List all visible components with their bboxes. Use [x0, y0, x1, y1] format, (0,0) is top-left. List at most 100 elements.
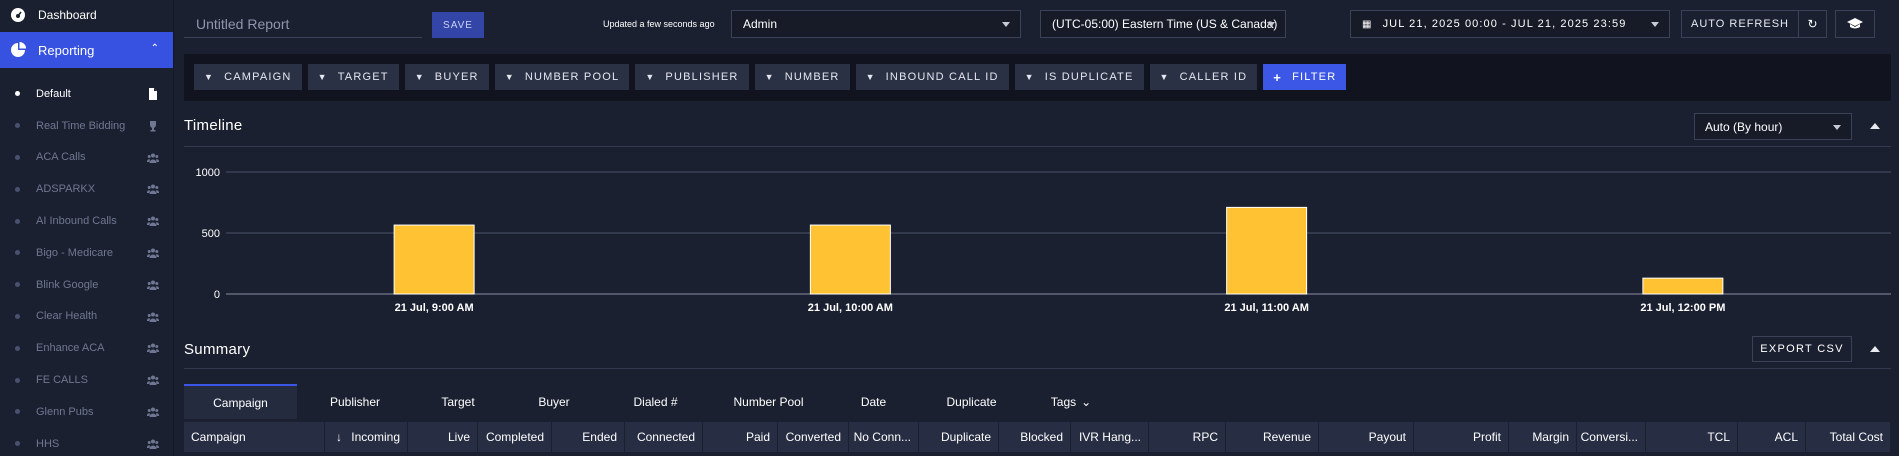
sidebar-report-item[interactable]: Blink Google	[0, 269, 173, 301]
column-header-completed[interactable]: Completed	[478, 422, 552, 452]
chart-bar[interactable]	[809, 224, 891, 295]
column-header-label: Paid	[745, 430, 770, 444]
filter-chip-target[interactable]: ▼ TARGET	[307, 64, 399, 90]
date-range-value: JUL 21, 2025 00:00 - JUL 21, 2025 23:59	[1382, 18, 1627, 30]
column-header-label: ACL	[1774, 430, 1798, 444]
filter-chip-caller-id[interactable]: ▼ CALLER ID	[1149, 64, 1258, 90]
sidebar-item-reporting[interactable]: Reporting ⌃	[0, 32, 173, 68]
tab-buyer[interactable]: Buyer	[503, 384, 605, 419]
chart-bar[interactable]	[1226, 206, 1308, 295]
x-tick-label: 21 Jul, 11:00 AM	[1224, 302, 1309, 314]
add-filter-button[interactable]: + FILTER	[1263, 64, 1347, 90]
sidebar-report-item[interactable]: Glenn Pubs	[0, 396, 173, 428]
column-header-campaign[interactable]: Campaign	[184, 422, 325, 452]
filter-icon: ▼	[504, 72, 515, 82]
users-icon	[147, 312, 159, 322]
sidebar-report-label: FE CALLS	[36, 374, 88, 387]
report-title-input[interactable]: Untitled Report	[184, 10, 422, 38]
filter-chip-label: IS DUPLICATE	[1044, 71, 1134, 83]
bullet-icon	[15, 218, 20, 224]
sidebar-report-item[interactable]: Enhance ACA	[0, 332, 173, 364]
filter-chip-number-pool[interactable]: ▼ NUMBER POOL	[494, 64, 630, 90]
caret-down-icon	[1833, 125, 1841, 130]
column-header-acl[interactable]: ACL	[1738, 422, 1806, 452]
y-tick-label: 0	[214, 289, 220, 301]
granularity-select[interactable]: Auto (By hour)	[1694, 113, 1852, 140]
column-header-total-cost[interactable]: Total Cost	[1806, 422, 1891, 452]
sidebar-report-item[interactable]: Real Time Bidding	[0, 110, 173, 142]
timezone-select[interactable]: (UTC-05:00) Eastern Time (US & Canada)	[1040, 10, 1286, 38]
column-header-revenue[interactable]: Revenue	[1226, 422, 1319, 452]
column-header-profit[interactable]: Profit	[1414, 422, 1509, 452]
export-csv-button[interactable]: EXPORT CSV	[1752, 336, 1852, 362]
add-filter-label: FILTER	[1292, 71, 1337, 83]
y-tick-label: 500	[202, 228, 220, 240]
sidebar-report-item[interactable]: Clear Health	[0, 301, 173, 333]
column-header-label: Profit	[1472, 430, 1501, 444]
filter-icon: ▼	[865, 72, 876, 82]
report-list: Default Real Time Bidding ACA Calls ADSPARK…	[0, 68, 173, 456]
column-header-no-conn[interactable]: No Conn...	[849, 422, 919, 452]
tab-number-pool[interactable]: Number Pool	[706, 384, 831, 419]
sidebar-item-label: Dashboard	[38, 8, 97, 22]
column-header-rpc[interactable]: RPC	[1149, 422, 1226, 452]
column-header-ended[interactable]: Ended	[552, 422, 625, 452]
filter-icon: ▼	[414, 72, 425, 82]
sidebar-report-item[interactable]: HHS	[0, 428, 173, 456]
filter-chip-publisher[interactable]: ▼ PUBLISHER	[635, 64, 749, 90]
sidebar-report-item[interactable]: AI Inbound Calls	[0, 205, 173, 237]
column-header-payout[interactable]: Payout	[1319, 422, 1414, 452]
column-header-live[interactable]: Live	[408, 422, 478, 452]
column-header-duplicate[interactable]: Duplicate	[919, 422, 999, 452]
caret-down-icon	[1651, 22, 1659, 27]
collapse-summary-icon[interactable]	[1870, 346, 1880, 352]
tab-dialed[interactable]: Dialed #	[605, 384, 706, 419]
sidebar-report-item[interactable]: ACA Calls	[0, 142, 173, 174]
column-header-converted[interactable]: Converted	[778, 422, 849, 452]
refresh-icon[interactable]: ↻	[1799, 10, 1827, 38]
sidebar-item-dashboard[interactable]: Dashboard	[0, 0, 173, 30]
account-select[interactable]: Admin	[731, 10, 1021, 38]
column-header-label: Total Cost	[1829, 430, 1883, 444]
filter-chip-buyer[interactable]: ▼ BUYER	[404, 64, 489, 90]
column-header-paid[interactable]: Paid	[703, 422, 778, 452]
bullet-icon	[15, 282, 20, 288]
sidebar-report-item[interactable]: Default	[0, 78, 173, 110]
column-header-conversi[interactable]: Conversi...	[1577, 422, 1646, 452]
filter-chip-inbound-call-id[interactable]: ▼ INBOUND CALL ID	[855, 64, 1009, 90]
bullet-icon	[15, 250, 20, 256]
date-range-picker[interactable]: ▦ JUL 21, 2025 00:00 - JUL 21, 2025 23:5…	[1350, 10, 1670, 38]
filter-chip-number[interactable]: ▼ NUMBER	[754, 64, 850, 90]
filter-chip-is-duplicate[interactable]: ▼ IS DUPLICATE	[1014, 64, 1144, 90]
auto-refresh-button[interactable]: AUTO REFRESH	[1681, 10, 1799, 38]
summary-tabs: Campaign Publisher Target Buyer Dialed # Numb…	[184, 384, 1891, 419]
column-header-tcl[interactable]: TCL	[1646, 422, 1738, 452]
caret-down-icon	[1002, 22, 1010, 27]
filter-chip-campaign[interactable]: ▼ CAMPAIGN	[194, 64, 302, 90]
chart-bar[interactable]	[393, 224, 475, 295]
column-header-connected[interactable]: Connected	[625, 422, 703, 452]
chart-bar[interactable]	[1642, 277, 1724, 295]
column-header-ivr-hang[interactable]: IVR Hang...	[1071, 422, 1149, 452]
tab-campaign[interactable]: Campaign	[184, 384, 297, 419]
sidebar-item-label: Reporting	[38, 42, 95, 58]
tab-tags[interactable]: Tags ⌄	[1027, 384, 1115, 419]
tab-publisher[interactable]: Publisher	[297, 384, 413, 419]
sidebar-report-item[interactable]: FE CALLS	[0, 364, 173, 396]
sidebar-report-item[interactable]: Bigo - Medicare	[0, 237, 173, 269]
collapse-timeline-icon[interactable]	[1870, 123, 1880, 129]
save-button[interactable]: SAVE	[432, 12, 484, 38]
tab-target[interactable]: Target	[413, 384, 503, 419]
tab-duplicate[interactable]: Duplicate	[916, 384, 1027, 419]
timeline-chart-svg: 0 500 1000 21 Jul, 9:00 AM 21 Jul, 10:00 AM 2…	[196, 167, 1891, 314]
users-icon	[147, 280, 159, 290]
sidebar-report-item[interactable]: ADSPARKX	[0, 173, 173, 205]
column-header-margin[interactable]: Margin	[1509, 422, 1577, 452]
graduation-cap-icon[interactable]	[1835, 10, 1875, 38]
tab-date[interactable]: Date	[831, 384, 916, 419]
users-icon	[147, 343, 159, 354]
bullet-icon	[15, 186, 20, 192]
column-header-label: Margin	[1532, 430, 1569, 444]
column-header-blocked[interactable]: Blocked	[999, 422, 1071, 452]
column-header-incoming[interactable]: ↓ Incoming	[325, 422, 408, 452]
